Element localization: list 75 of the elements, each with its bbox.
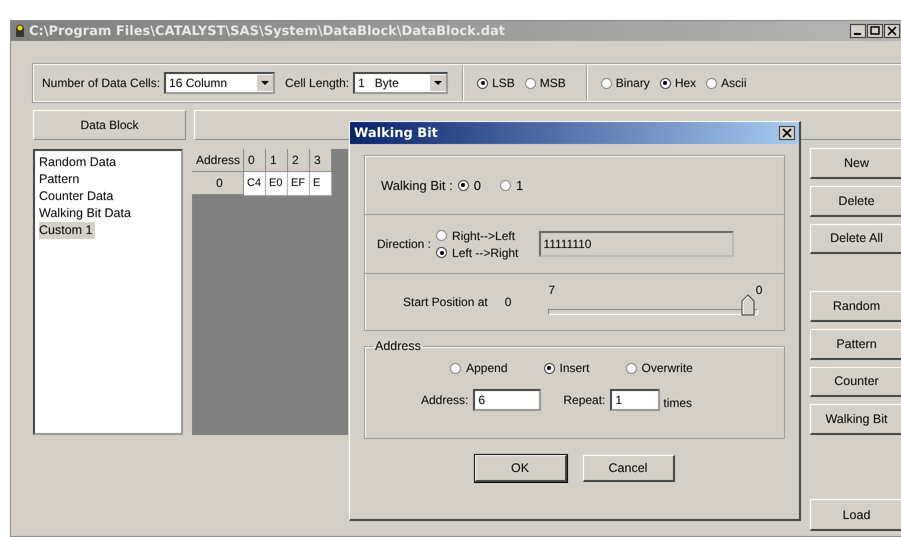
list-item[interactable]: Pattern [39,171,82,188]
radio-button[interactable] [450,362,462,374]
radio-button[interactable] [626,362,637,374]
radio-label: Binary [616,76,650,90]
window-title: C:\Program Files\CATALYST\SAS\System\DataBlock\DataBlock.dat [29,24,506,38]
radio-label: LSB [492,76,515,90]
app-icon [15,24,25,38]
slider-tick-label: 7 [548,283,556,297]
side-button[interactable]: Pattern [810,328,901,360]
address-group-title: Address [374,339,422,353]
column-header: Address [192,149,244,172]
radio-label: MSB [540,76,566,90]
address-label: Address: [421,393,468,407]
row-header: 0 [192,172,244,195]
dialog-title: Walking Bit [354,126,438,140]
radio-label: Insert [560,361,590,375]
radio-label: 1 [516,178,524,192]
side-button[interactable]: Counter [810,366,901,398]
radio-label: Left -->Right [452,246,518,260]
start-position-label: Start Position at [403,295,488,309]
radio-label: Overwrite [642,361,693,375]
list-item[interactable]: Custom 1 [39,222,94,239]
list-item[interactable]: Walking Bit Data [39,205,133,222]
table-cell: EF [288,172,310,196]
list-item[interactable]: Random Data [39,154,118,171]
address-field[interactable]: 6 [473,389,542,411]
column-header: 3 [310,149,332,172]
side-button[interactable]: New [810,148,901,179]
table-cell: E0 [266,172,288,196]
radio-label: Hex [674,76,696,90]
table-cell: C4 [244,172,266,196]
radio-button[interactable] [436,230,448,241]
slider-thumb[interactable] [741,294,756,316]
list-item[interactable]: Counter Data [39,188,116,205]
radio-button[interactable] [477,78,488,88]
radio-label: 0 [474,178,481,192]
close-icon[interactable] [779,126,795,140]
radio-label: Append [466,361,508,375]
radio-button[interactable] [600,78,612,88]
minimize-icon[interactable] [850,24,866,38]
column-header: 1 [266,149,288,172]
radio-button[interactable] [524,78,536,88]
radio-button[interactable] [458,180,469,190]
repeat-label: Repeat: [563,393,606,407]
walking-bit-label: Walking Bit : [381,178,453,192]
table-cell: E [310,172,332,196]
close-icon[interactable] [884,24,900,38]
repeat-field[interactable]: 1 [610,389,660,411]
column-header: 0 [244,149,266,172]
times-label: times [663,396,692,410]
side-button[interactable]: Delete [810,186,901,216]
cell-length-label: Cell Length: [285,76,350,90]
radio-button[interactable] [544,362,554,374]
maximize-icon[interactable] [867,24,883,38]
column-header: 2 [288,149,310,172]
start-position-value: 0 [504,295,512,309]
side-button[interactable]: Walking Bit [810,404,901,436]
cell-length-dropdown[interactable]: 1 Byte [353,72,448,94]
bit-preview-field: 11111110 [539,231,734,257]
slider-tick-label: 0 [756,283,762,297]
side-button[interactable]: Random [810,291,901,322]
dialog-button[interactable]: OK [474,455,566,482]
load-button[interactable]: Load [810,499,901,531]
radio-button[interactable] [660,78,671,88]
radio-button[interactable] [706,78,718,88]
dialog-button[interactable]: Cancel [582,455,674,482]
radio-label: Ascii [721,76,746,90]
radio-button[interactable] [436,247,448,258]
radio-button[interactable] [500,180,511,190]
radio-label: Right-->Left [452,228,516,242]
side-button[interactable]: Delete All [810,224,901,254]
data-block-header[interactable]: Data Block [33,110,186,140]
cells-dropdown[interactable]: 16 Column [164,72,276,94]
direction-label: Direction : [377,237,432,251]
cells-label: Number of Data Cells: [42,76,160,90]
